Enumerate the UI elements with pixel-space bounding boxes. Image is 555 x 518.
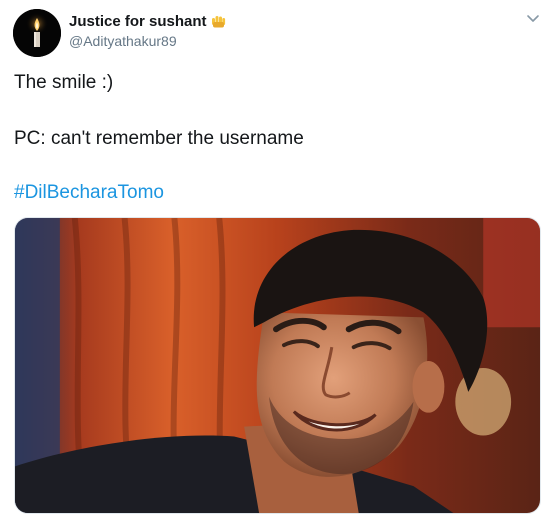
raised-fist-icon — [211, 16, 225, 28]
smiling-man-photo-icon — [15, 218, 540, 513]
tweet-card: Justice for sushant @Adityathakur89 The … — [0, 0, 555, 518]
chevron-down-icon[interactable] — [526, 14, 540, 24]
tweet-text-line-1: The smile :) — [14, 72, 114, 93]
author-display-name[interactable]: Justice for sushant — [69, 13, 207, 30]
avatar[interactable] — [13, 9, 61, 57]
hashtag-link[interactable]: #DilBecharaTomo — [14, 181, 164, 205]
tweet-photo[interactable] — [14, 217, 541, 514]
author-handle[interactable]: @Adityathakur89 — [69, 33, 177, 49]
candle-icon — [13, 9, 61, 57]
tweet-text-line-2: PC: can't remember the username — [14, 128, 304, 149]
author-name-row[interactable]: Justice for sushant — [69, 13, 226, 30]
